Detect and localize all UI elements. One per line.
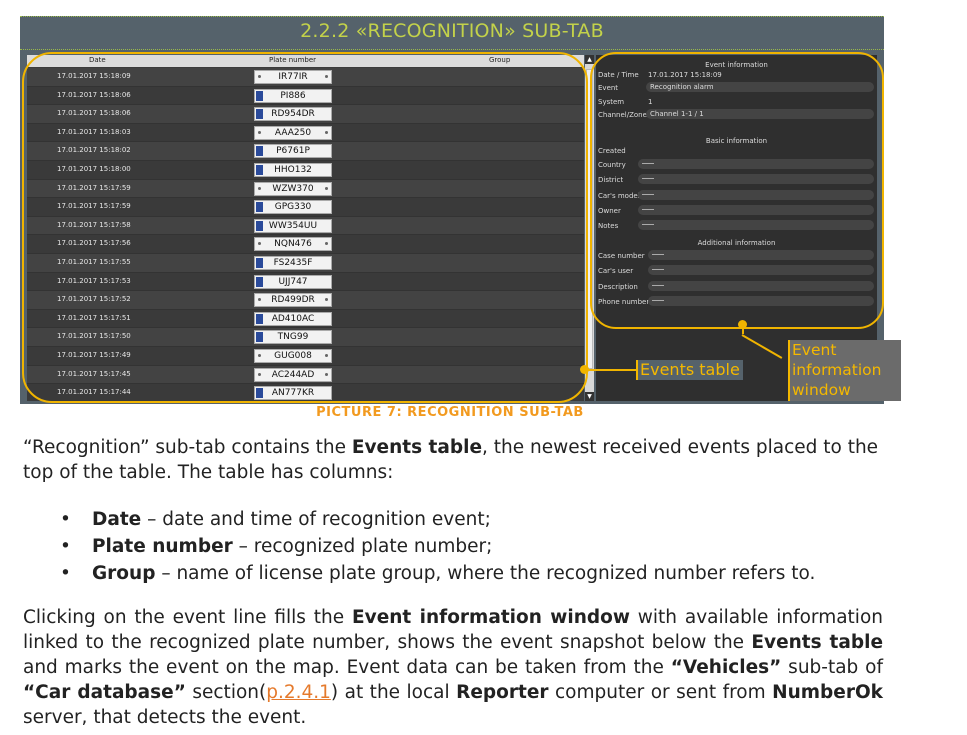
- scroll-down-icon[interactable]: ▼: [585, 392, 594, 401]
- events-table-leader-dot: [580, 365, 589, 374]
- section-link[interactable]: p.2.4.1: [266, 682, 331, 703]
- event-info-highlight: [590, 52, 884, 329]
- event-info-leader-a: [742, 326, 744, 334]
- events-table-leader: [584, 369, 636, 371]
- column-list: Date – date and time of recognition even…: [60, 506, 815, 587]
- list-item-plate: Plate number – recognized plate number;: [60, 533, 815, 560]
- list-item-group: Group – name of license plate group, whe…: [60, 560, 815, 587]
- paragraph-intro: “Recognition” sub-tab contains the Event…: [23, 437, 879, 483]
- paragraph-details: Clicking on the event line fills the Eve…: [23, 607, 884, 728]
- section-banner: 2.2.2 «RECOGNITION» SUB-TAB: [20, 16, 884, 50]
- screenshot-figure: Date Plate number Group 17.01.2017 15:18…: [20, 50, 901, 404]
- event-info-label: Event information window: [788, 340, 901, 401]
- events-table-label: Events table: [636, 360, 743, 380]
- events-table-highlight: [22, 52, 588, 403]
- section-title: 2.2.2 «RECOGNITION» SUB-TAB: [300, 20, 604, 42]
- figure-caption: PICTURE 7: RECOGNITION SUB-TAB: [316, 405, 584, 420]
- scroll-up-icon[interactable]: ▲: [585, 55, 594, 64]
- list-item-date: Date – date and time of recognition even…: [60, 506, 815, 533]
